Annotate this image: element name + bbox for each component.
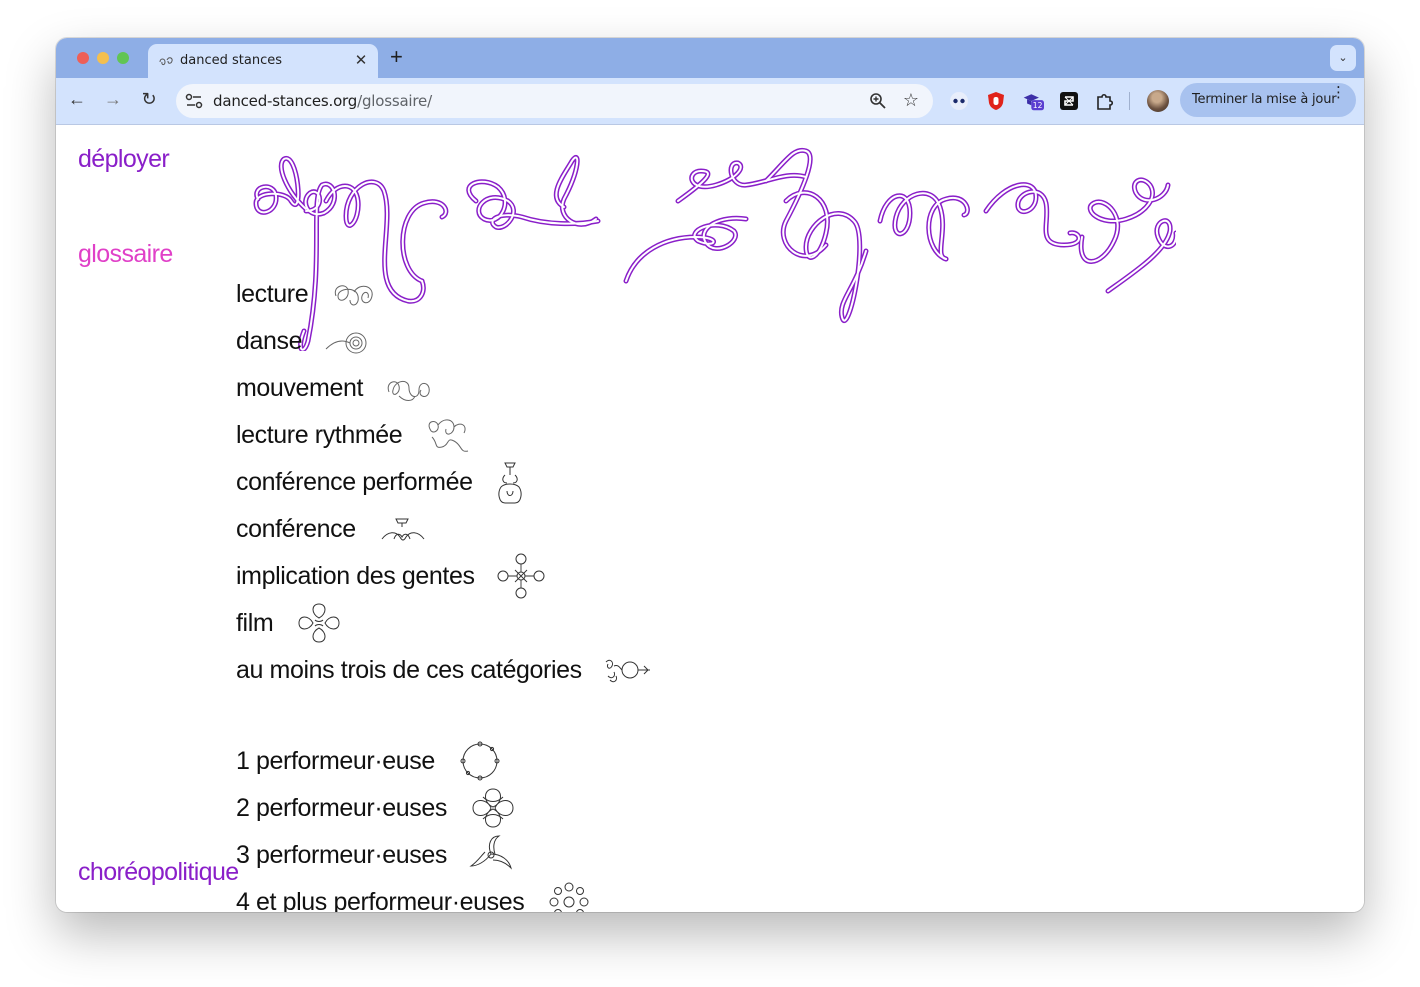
glossary-item-conference[interactable]: conférence <box>236 512 426 546</box>
nav-choreopolitique-link[interactable]: choréopolitique <box>78 858 239 887</box>
glossary-label: mouvement <box>236 373 364 402</box>
glossary-label: 1 performeur·euse <box>236 746 435 775</box>
glossary-item-lecture[interactable]: lecture <box>236 277 376 311</box>
nav-glossaire-link[interactable]: glossaire <box>78 240 173 269</box>
minimize-window-button[interactable] <box>97 52 109 64</box>
conference-glyph-icon <box>381 518 425 541</box>
glossary-label: 2 performeur·euses <box>236 793 447 822</box>
maximize-window-button[interactable] <box>117 52 129 64</box>
forward-button[interactable]: → <box>102 89 124 110</box>
trois-categories-glyph-icon <box>605 659 650 683</box>
glossary-label: au moins trois de ces catégories <box>236 655 582 684</box>
mouvement-glyph-icon <box>387 381 430 401</box>
nav-deployer-link[interactable]: déployer <box>78 145 170 174</box>
zoom-icon[interactable] <box>869 92 887 110</box>
tab-search-button[interactable]: ⌄ <box>1330 45 1356 71</box>
glossary-item-conference-performee[interactable]: conférence performée <box>236 462 525 504</box>
glossary-item-three-performers[interactable]: 3 performeur·euses <box>236 835 515 872</box>
one-performer-glyph-icon <box>460 741 500 781</box>
url-text: danced-stances.org/glossaire/ <box>213 92 432 110</box>
three-performers-glyph-icon <box>469 835 512 870</box>
close-tab-icon[interactable]: ✕ <box>352 51 370 69</box>
glossary-label: danse <box>236 326 303 355</box>
address-bar[interactable]: danced-stances.org/glossaire/ ☆ <box>176 84 933 118</box>
glossary-item-two-performers[interactable]: 2 performeur·euses <box>236 788 517 828</box>
page-content: déployer glossaire lecture danse mouveme… <box>56 125 1364 912</box>
toolbar-divider <box>1129 92 1130 110</box>
glossary-label: film <box>236 608 274 637</box>
shield-extension-icon[interactable] <box>985 90 1007 112</box>
film-glyph-icon <box>298 603 340 643</box>
glossary-label: conférence performée <box>236 467 473 496</box>
update-label: Terminer la mise à jour <box>1192 92 1337 107</box>
tab-danced-stances[interactable]: danced stances ✕ <box>148 44 378 78</box>
glossary-item-lecture-rythmee[interactable]: lecture rythmée <box>236 418 472 452</box>
danced-stances-logo <box>253 147 1176 351</box>
menu-kebab-icon[interactable]: ⋮ <box>1331 85 1346 100</box>
glossary-item-four-plus-performers[interactable]: 4 et plus performeur·euses <box>236 882 592 913</box>
browser-toolbar: ← → ↻ danced-stances.org/glossaire/ ☆ 12… <box>56 78 1364 125</box>
profile-avatar[interactable] <box>1147 90 1169 112</box>
back-button[interactable]: ← <box>66 89 88 110</box>
glossary-label: implication des gentes <box>236 561 475 590</box>
favicon-icon <box>159 57 173 66</box>
glossary-item-trois-categories[interactable]: au moins trois de ces catégories <box>236 653 652 687</box>
glossary-label: conférence <box>236 514 356 543</box>
two-performers-glyph-icon <box>472 788 514 828</box>
glossary-label: 4 et plus performeur·euses <box>236 887 525 913</box>
box-extension-icon[interactable] <box>1058 90 1080 112</box>
graduation-cap-extension-icon[interactable]: 12 <box>1022 90 1044 112</box>
implication-glyph-icon <box>497 553 545 599</box>
puzzle-extensions-icon[interactable] <box>1094 90 1116 112</box>
conference-performee-glyph-icon <box>498 462 522 504</box>
close-window-button[interactable] <box>77 52 89 64</box>
url-path: /glossaire/ <box>357 92 432 110</box>
tab-strip: danced stances ✕ + ⌄ <box>56 38 1364 78</box>
glossary-item-film[interactable]: film <box>236 603 343 643</box>
four-plus-performers-glyph-icon <box>549 882 589 912</box>
lecture-rythmee-glyph-icon <box>428 419 469 452</box>
danse-glyph-icon <box>325 332 367 354</box>
lecture-glyph-icon <box>335 285 373 306</box>
tab-title: danced stances <box>180 53 282 68</box>
eyes-extension-icon[interactable] <box>948 90 970 112</box>
glossary-label: lecture rythmée <box>236 420 403 449</box>
glossary-item-mouvement[interactable]: mouvement <box>236 371 433 405</box>
extension-badge: 12 <box>1033 101 1043 110</box>
url-host: danced-stances.org <box>213 92 358 110</box>
bookmark-star-icon[interactable]: ☆ <box>903 90 919 111</box>
reload-button[interactable]: ↻ <box>138 89 160 110</box>
new-tab-button[interactable]: + <box>390 44 403 70</box>
glossary-item-danse[interactable]: danse <box>236 324 370 358</box>
site-info-icon[interactable] <box>184 92 204 110</box>
browser-window: danced stances ✕ + ⌄ ← → ↻ danced-stance… <box>56 38 1364 912</box>
glossary-label: lecture <box>236 279 309 308</box>
glossary-item-implication-des-gentes[interactable]: implication des gentes <box>236 553 545 599</box>
glossary-label: 3 performeur·euses <box>236 840 447 869</box>
glossary-item-one-performer[interactable]: 1 performeur·euse <box>236 741 503 781</box>
update-button[interactable]: Terminer la mise à jour ⋮ <box>1180 83 1356 117</box>
